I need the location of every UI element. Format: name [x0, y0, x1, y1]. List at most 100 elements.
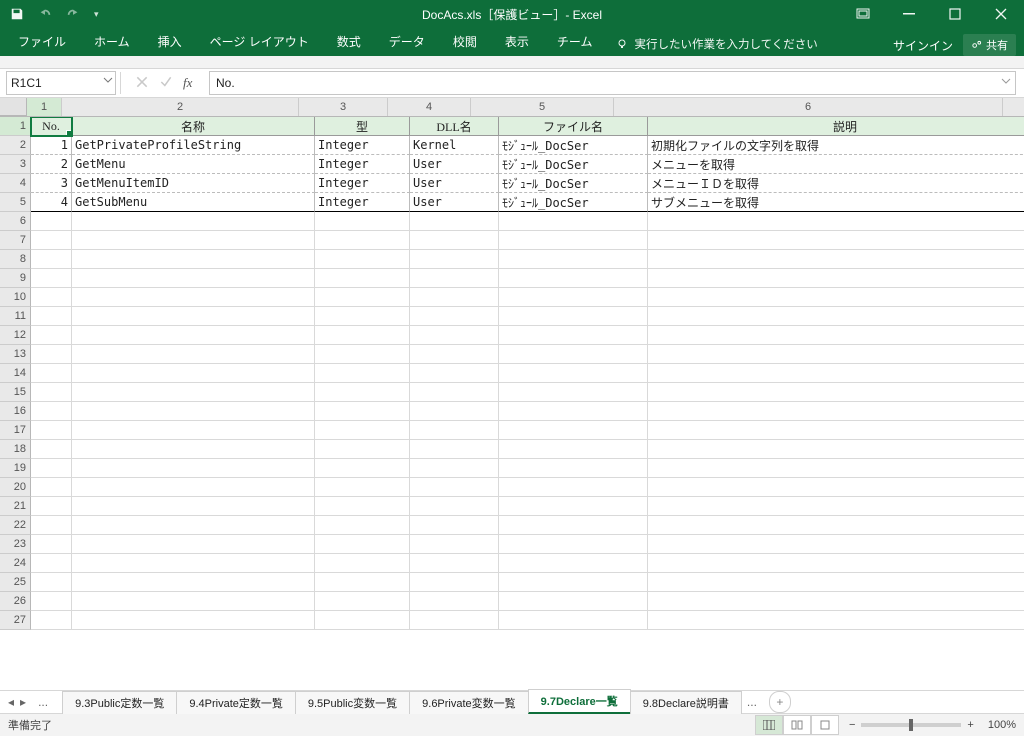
cell[interactable] — [72, 307, 315, 326]
row-header[interactable]: 10 — [0, 288, 31, 307]
cell[interactable]: ﾓｼﾞｭｰﾙ_DocSer — [499, 193, 648, 212]
cell[interactable] — [315, 345, 410, 364]
cell[interactable] — [315, 402, 410, 421]
cell[interactable] — [648, 592, 1024, 611]
tab-formulas[interactable]: 数式 — [323, 27, 375, 56]
cancel-formula-icon[interactable] — [135, 75, 151, 91]
fx-icon[interactable]: fx — [183, 75, 199, 91]
tab-data[interactable]: データ — [375, 27, 439, 56]
cell[interactable] — [72, 345, 315, 364]
cell[interactable] — [648, 250, 1024, 269]
cell[interactable] — [31, 440, 72, 459]
cell[interactable] — [315, 592, 410, 611]
share-button[interactable]: 共有 — [963, 34, 1016, 56]
cell[interactable] — [315, 516, 410, 535]
cell[interactable] — [31, 592, 72, 611]
cell[interactable]: 3 — [31, 174, 72, 193]
row-header[interactable]: 1 — [0, 117, 31, 136]
cell[interactable] — [648, 383, 1024, 402]
col-header[interactable]: 4 — [388, 98, 471, 116]
qat-customize-icon[interactable]: ▾ — [94, 9, 99, 20]
view-normal-icon[interactable] — [755, 715, 783, 735]
cell[interactable]: ﾓｼﾞｭｰﾙ_DocSer — [499, 155, 648, 174]
cell[interactable]: 名称 — [72, 117, 315, 136]
cell[interactable] — [410, 383, 499, 402]
formula-input[interactable]: No. — [209, 71, 1016, 95]
zoom-control[interactable]: − + 100% — [849, 719, 1016, 731]
cell[interactable] — [72, 478, 315, 497]
sheet-tab[interactable]: 9.3Public定数一覧 — [62, 691, 177, 714]
tab-home[interactable]: ホーム — [80, 27, 144, 56]
row-header[interactable]: 13 — [0, 345, 31, 364]
col-header[interactable]: 3 — [299, 98, 388, 116]
cell[interactable] — [499, 212, 648, 231]
cell[interactable] — [31, 478, 72, 497]
cell[interactable] — [72, 364, 315, 383]
row-header[interactable]: 7 — [0, 231, 31, 250]
cell[interactable] — [31, 516, 72, 535]
cell[interactable] — [410, 611, 499, 630]
cell[interactable] — [410, 288, 499, 307]
cell[interactable] — [410, 250, 499, 269]
cell[interactable] — [499, 611, 648, 630]
col-header[interactable]: 1 — [27, 98, 62, 116]
view-page-break-icon[interactable] — [811, 715, 839, 735]
row-header[interactable]: 5 — [0, 193, 31, 212]
row-header[interactable]: 22 — [0, 516, 31, 535]
cell[interactable] — [648, 326, 1024, 345]
cell[interactable] — [72, 440, 315, 459]
cell[interactable]: メニューＩＤを取得 — [648, 174, 1024, 193]
cell[interactable] — [72, 611, 315, 630]
col-header[interactable]: 6 — [614, 98, 1003, 116]
cell[interactable]: User — [410, 193, 499, 212]
row-header[interactable]: 11 — [0, 307, 31, 326]
cell[interactable] — [648, 421, 1024, 440]
cell[interactable] — [31, 421, 72, 440]
cell[interactable] — [315, 573, 410, 592]
cell[interactable]: 1 — [31, 136, 72, 155]
close-button[interactable] — [978, 0, 1024, 28]
row-header[interactable]: 20 — [0, 478, 31, 497]
cell[interactable] — [315, 421, 410, 440]
undo-icon[interactable] — [38, 7, 52, 21]
cell[interactable] — [648, 497, 1024, 516]
row-header[interactable]: 26 — [0, 592, 31, 611]
cell[interactable] — [648, 554, 1024, 573]
cell[interactable] — [72, 212, 315, 231]
zoom-slider[interactable] — [861, 723, 961, 727]
cell[interactable] — [410, 345, 499, 364]
cell[interactable] — [410, 364, 499, 383]
cell[interactable] — [31, 611, 72, 630]
cell[interactable] — [648, 212, 1024, 231]
cell[interactable] — [499, 440, 648, 459]
cell[interactable] — [315, 269, 410, 288]
cell[interactable] — [499, 459, 648, 478]
cell[interactable] — [499, 592, 648, 611]
row-header[interactable]: 4 — [0, 174, 31, 193]
cell[interactable] — [315, 383, 410, 402]
cell[interactable] — [31, 345, 72, 364]
cell[interactable] — [72, 402, 315, 421]
cell[interactable] — [410, 573, 499, 592]
cell[interactable]: 型 — [315, 117, 410, 136]
cell[interactable] — [72, 231, 315, 250]
sheet-nav-prev-icon[interactable]: ◂ — [8, 695, 14, 709]
cell[interactable] — [410, 516, 499, 535]
cell[interactable] — [31, 231, 72, 250]
cell[interactable]: DLL名 — [410, 117, 499, 136]
sheet-tab[interactable]: 9.7Declare一覧 — [528, 689, 631, 714]
sheet-nav-ellipsis[interactable]: ... — [32, 695, 54, 709]
sheet-nav-next-icon[interactable]: ▸ — [20, 695, 26, 709]
cell[interactable] — [648, 440, 1024, 459]
row-header[interactable]: 3 — [0, 155, 31, 174]
cell[interactable] — [72, 592, 315, 611]
cell[interactable]: Integer — [315, 193, 410, 212]
cell[interactable]: Integer — [315, 174, 410, 193]
cell[interactable] — [31, 554, 72, 573]
zoom-out-button[interactable]: − — [849, 719, 855, 731]
cell[interactable] — [648, 535, 1024, 554]
name-box[interactable]: R1C1 — [6, 71, 116, 95]
spreadsheet-grid[interactable]: 1 2 3 4 5 6 1No.名称型DLL名ファイル名説明21GetPriva… — [0, 98, 1024, 690]
cell[interactable] — [31, 288, 72, 307]
cell[interactable]: ﾓｼﾞｭｰﾙ_DocSer — [499, 174, 648, 193]
